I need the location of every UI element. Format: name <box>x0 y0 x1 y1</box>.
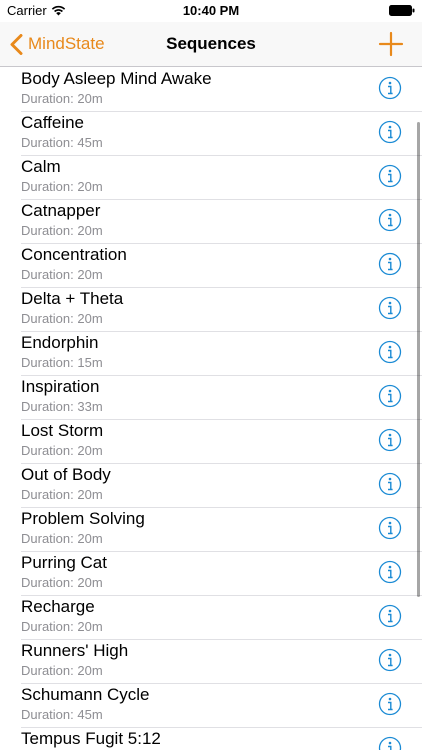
list-item[interactable]: Body Asleep Mind Awake Duration: 20m <box>0 67 422 112</box>
info-icon[interactable] <box>378 516 402 540</box>
sequence-duration: Duration: 20m <box>21 311 103 326</box>
info-icon[interactable] <box>378 340 402 364</box>
status-bar: Carrier 10:40 PM <box>0 0 422 22</box>
info-icon[interactable] <box>378 736 402 750</box>
info-icon[interactable] <box>378 296 402 320</box>
list-item[interactable]: Caffeine Duration: 45m <box>0 111 422 156</box>
list-item[interactable]: Problem Solving Duration: 20m <box>0 507 422 552</box>
list-item[interactable]: Tempus Fugit 5:12 <box>0 727 422 750</box>
list-item[interactable]: Calm Duration: 20m <box>0 155 422 200</box>
list-item[interactable]: Runners' High Duration: 20m <box>0 639 422 684</box>
battery-icon <box>389 5 415 16</box>
sequence-name: Delta + Theta <box>21 289 124 308</box>
info-icon[interactable] <box>378 208 402 232</box>
sequence-name: Out of Body <box>21 465 111 484</box>
sequence-name: Schumann Cycle <box>21 685 150 704</box>
sequence-duration: Duration: 20m <box>21 531 103 546</box>
info-icon[interactable] <box>378 428 402 452</box>
info-icon[interactable] <box>378 252 402 276</box>
info-icon[interactable] <box>378 648 402 672</box>
info-icon[interactable] <box>378 472 402 496</box>
sequence-name: Problem Solving <box>21 509 145 528</box>
sequence-duration: Duration: 33m <box>21 399 103 414</box>
list-item[interactable]: Concentration Duration: 20m <box>0 243 422 288</box>
sequence-duration: Duration: 20m <box>21 179 103 194</box>
info-icon[interactable] <box>378 164 402 188</box>
list-item[interactable]: Schumann Cycle Duration: 45m <box>0 683 422 728</box>
sequence-duration: Duration: 20m <box>21 663 103 678</box>
sequence-name: Calm <box>21 157 61 176</box>
sequence-duration: Duration: 20m <box>21 575 103 590</box>
sequence-duration: Duration: 20m <box>21 487 103 502</box>
sequence-name: Lost Storm <box>21 421 104 440</box>
navigation-bar: MindState Sequences <box>0 22 422 67</box>
scrollbar[interactable] <box>417 122 420 597</box>
sequence-duration: Duration: 15m <box>21 355 103 370</box>
sequence-duration: Duration: 20m <box>21 91 103 106</box>
list-item[interactable]: Purring Cat Duration: 20m <box>0 551 422 596</box>
sequence-duration: Duration: 20m <box>21 267 103 282</box>
list-item[interactable]: Catnapper Duration: 20m <box>0 199 422 244</box>
sequence-duration: Duration: 20m <box>21 443 103 458</box>
sequence-list[interactable]: Body Asleep Mind Awake Duration: 20m Caf… <box>0 67 422 750</box>
clock: 10:40 PM <box>182 3 240 18</box>
list-item[interactable]: Inspiration Duration: 33m <box>0 375 422 420</box>
sequence-name: Tempus Fugit 5:12 <box>21 729 161 748</box>
sequence-duration: Duration: 20m <box>21 223 103 238</box>
info-icon[interactable] <box>378 120 402 144</box>
sequence-name: Caffeine <box>21 113 85 132</box>
list-item[interactable]: Out of Body Duration: 20m <box>0 463 422 508</box>
add-icon[interactable] <box>378 31 404 57</box>
list-item[interactable]: Recharge Duration: 20m <box>0 595 422 640</box>
info-icon[interactable] <box>378 604 402 628</box>
info-icon[interactable] <box>378 692 402 716</box>
list-item[interactable]: Endorphin Duration: 15m <box>0 331 422 376</box>
page-title: Sequences <box>166 34 256 53</box>
info-icon[interactable] <box>378 76 402 100</box>
list-item[interactable]: Lost Storm Duration: 20m <box>0 419 422 464</box>
sequence-name: Recharge <box>21 597 95 616</box>
sequence-name: Runners' High <box>21 641 129 660</box>
sequence-name: Body Asleep Mind Awake <box>21 69 212 88</box>
sequence-duration: Duration: 45m <box>21 707 103 722</box>
sequence-name: Concentration <box>21 245 127 264</box>
sequence-name: Inspiration <box>21 377 100 396</box>
info-icon[interactable] <box>378 560 402 584</box>
sequence-name: Purring Cat <box>21 553 107 572</box>
info-icon[interactable] <box>378 384 402 408</box>
sequence-duration: Duration: 20m <box>21 619 103 634</box>
list-item[interactable]: Delta + Theta Duration: 20m <box>0 287 422 332</box>
sequence-name: Catnapper <box>21 201 101 220</box>
sequence-duration: Duration: 45m <box>21 135 103 150</box>
sequence-name: Endorphin <box>21 333 99 352</box>
